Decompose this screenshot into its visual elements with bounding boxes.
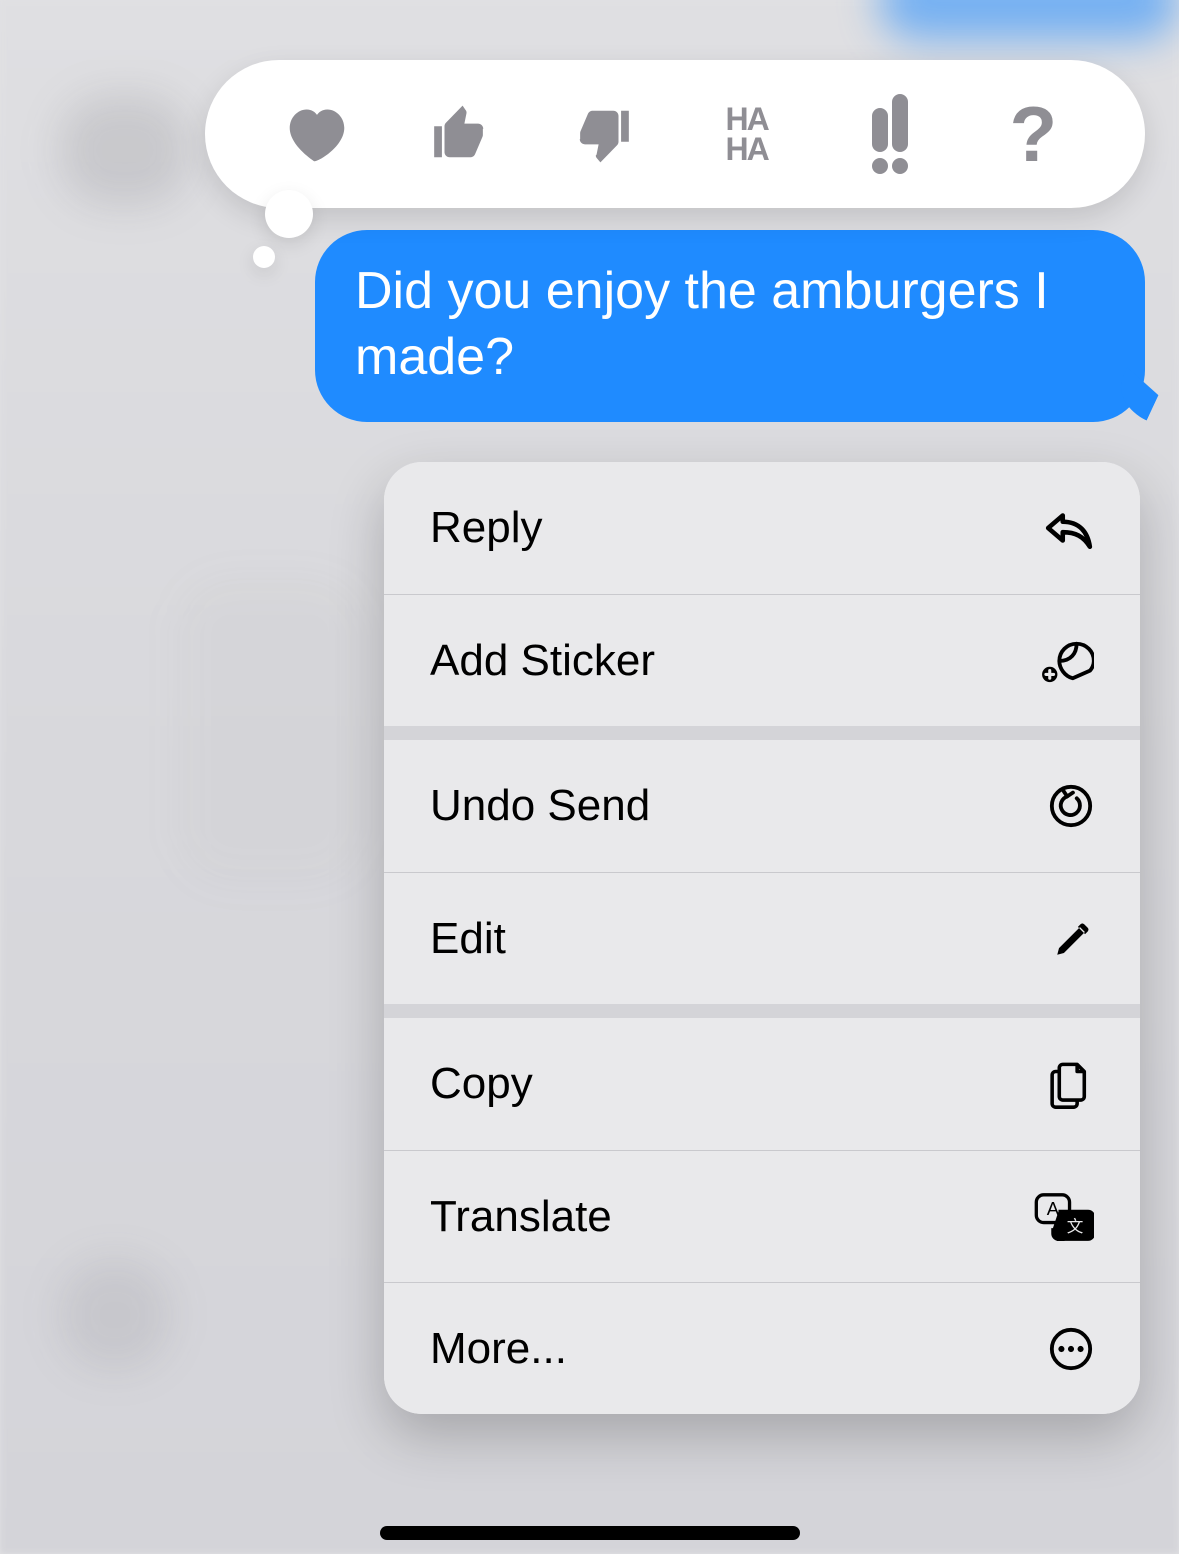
sticker-add-icon <box>1034 638 1094 684</box>
reply-arrow-icon <box>1034 506 1094 550</box>
haha-line: HA <box>726 104 768 134</box>
menu-item-label: Copy <box>430 1059 1034 1109</box>
menu-item-label: Add Sticker <box>430 636 1034 686</box>
menu-separator <box>384 1004 1140 1018</box>
tapback-thumbs-down[interactable] <box>553 84 653 184</box>
documents-icon <box>1034 1059 1094 1109</box>
blurred-sent-bubble <box>879 0 1179 40</box>
menu-item-translate[interactable]: Translate A 文 <box>384 1150 1140 1282</box>
tapback-heart[interactable] <box>267 84 367 184</box>
tapback-tail <box>265 190 313 238</box>
svg-text:文: 文 <box>1067 1216 1084 1235</box>
menu-item-label: Edit <box>430 914 1034 964</box>
ellipsis-circle-icon <box>1034 1326 1094 1372</box>
tapback-bar: HA HA ? <box>205 60 1145 208</box>
blurred-avatar <box>60 95 190 205</box>
menu-item-add-sticker[interactable]: Add Sticker <box>384 594 1140 726</box>
thumbs-down-icon <box>570 103 636 165</box>
menu-item-reply[interactable]: Reply <box>384 462 1140 594</box>
menu-item-label: Reply <box>430 503 1034 553</box>
menu-item-label: Translate <box>430 1192 1034 1242</box>
menu-item-more[interactable]: More... <box>384 1282 1140 1414</box>
tapback-tail <box>253 246 275 268</box>
tapback-question[interactable]: ? <box>983 84 1083 184</box>
tapback-exclamation[interactable] <box>840 84 940 184</box>
exclamation-icon <box>872 94 908 174</box>
pencil-icon <box>1034 918 1094 960</box>
message-text: Did you enjoy the amburgers I made? <box>355 262 1049 386</box>
menu-item-edit[interactable]: Edit <box>384 872 1140 1004</box>
menu-item-undo-send[interactable]: Undo Send <box>384 740 1140 872</box>
translate-icon: A 文 <box>1034 1193 1094 1241</box>
menu-separator <box>384 726 1140 740</box>
blurred-avatar <box>60 1260 170 1370</box>
context-menu: Reply Add Sticker Undo Send <box>384 462 1140 1414</box>
selected-message-bubble[interactable]: Did you enjoy the amburgers I made? <box>315 230 1145 422</box>
heart-icon <box>284 104 350 164</box>
thumbs-up-icon <box>427 103 493 165</box>
menu-item-label: Undo Send <box>430 781 1034 831</box>
tapback-thumbs-up[interactable] <box>410 84 510 184</box>
blurred-bg-shape <box>180 580 360 880</box>
tapback-haha[interactable]: HA HA <box>697 84 797 184</box>
menu-item-copy[interactable]: Copy <box>384 1018 1140 1150</box>
home-indicator <box>380 1526 800 1540</box>
menu-item-label: More... <box>430 1324 1034 1374</box>
undo-circle-icon <box>1034 783 1094 829</box>
haha-icon: HA HA <box>726 104 768 164</box>
haha-line: HA <box>726 134 768 164</box>
question-icon: ? <box>1009 95 1057 173</box>
